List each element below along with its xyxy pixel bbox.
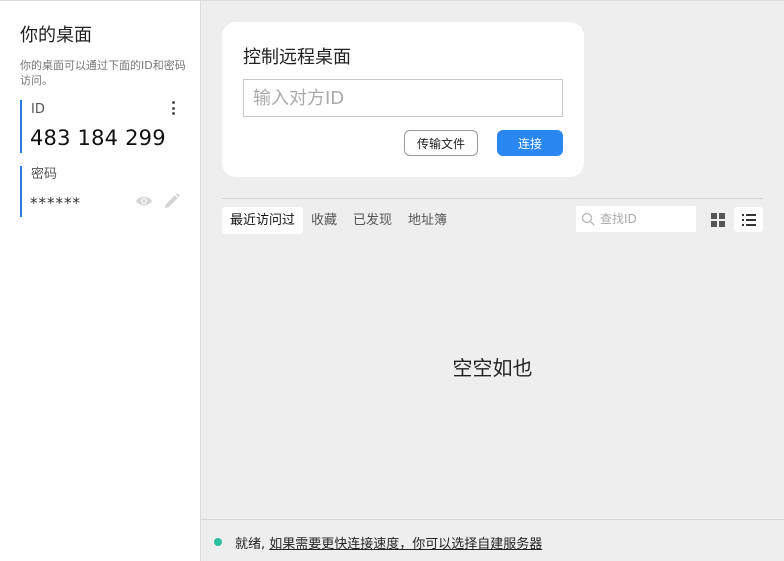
search-id-input[interactable] bbox=[600, 206, 692, 232]
your-desktop-title: 你的桌面 bbox=[20, 25, 92, 46]
transfer-file-button[interactable]: 传输文件 bbox=[404, 130, 478, 156]
status-ready-text: 就绪, bbox=[235, 537, 270, 552]
connect-button[interactable]: 连接 bbox=[497, 130, 563, 156]
empty-state-text: 空空如也 bbox=[452, 356, 533, 380]
password-value: ****** bbox=[30, 194, 81, 212]
search-box bbox=[576, 206, 696, 232]
search-icon bbox=[581, 212, 595, 226]
list-view-button[interactable] bbox=[734, 207, 763, 232]
your-desktop-description: 你的桌面可以通过下面的ID和密码访问。 bbox=[20, 59, 186, 87]
tab-address-book[interactable]: 地址簿 bbox=[400, 207, 455, 234]
self-host-server-link[interactable]: 如果需要更快连接速度，你可以选择自建服务器 bbox=[269, 537, 542, 552]
id-block: ID 483 184 299 bbox=[20, 100, 188, 153]
tab-favorites[interactable]: 收藏 bbox=[303, 207, 345, 234]
id-label: ID bbox=[31, 102, 45, 117]
more-options-icon[interactable] bbox=[168, 100, 178, 116]
status-bar: 就绪, 如果需要更快连接速度，你可以选择自建服务器 bbox=[201, 519, 784, 561]
tab-recent[interactable]: 最近访问过 bbox=[222, 207, 304, 234]
status-online-dot bbox=[214, 538, 222, 546]
left-panel: 你的桌面 你的桌面可以通过下面的ID和密码访问。 ID 483 184 299 … bbox=[0, 0, 201, 561]
status-text: 就绪, 如果需要更快连接速度，你可以选择自建服务器 bbox=[235, 533, 542, 552]
app-window: 你的桌面 你的桌面可以通过下面的ID和密码访问。 ID 483 184 299 … bbox=[0, 0, 784, 561]
list-icon bbox=[741, 213, 756, 226]
id-value[interactable]: 483 184 299 bbox=[30, 126, 166, 150]
control-remote-title: 控制远程桌面 bbox=[243, 47, 351, 68]
grid-view-button[interactable] bbox=[706, 207, 730, 232]
eye-icon[interactable] bbox=[135, 195, 153, 207]
tab-discovered[interactable]: 已发现 bbox=[345, 207, 400, 234]
peer-tabs: 最近访问过 收藏 已发现 地址簿 bbox=[222, 207, 455, 234]
grid-icon bbox=[711, 212, 725, 227]
password-block: 密码 ****** bbox=[20, 166, 188, 217]
section-divider bbox=[222, 198, 763, 199]
pencil-icon[interactable] bbox=[163, 192, 181, 210]
connect-card: 控制远程桌面 传输文件 连接 bbox=[222, 22, 584, 177]
password-label: 密码 bbox=[31, 167, 58, 182]
peer-id-input[interactable] bbox=[243, 79, 563, 117]
main-area: 控制远程桌面 传输文件 连接 最近访问过 收藏 已发现 地址簿 bbox=[201, 0, 784, 561]
